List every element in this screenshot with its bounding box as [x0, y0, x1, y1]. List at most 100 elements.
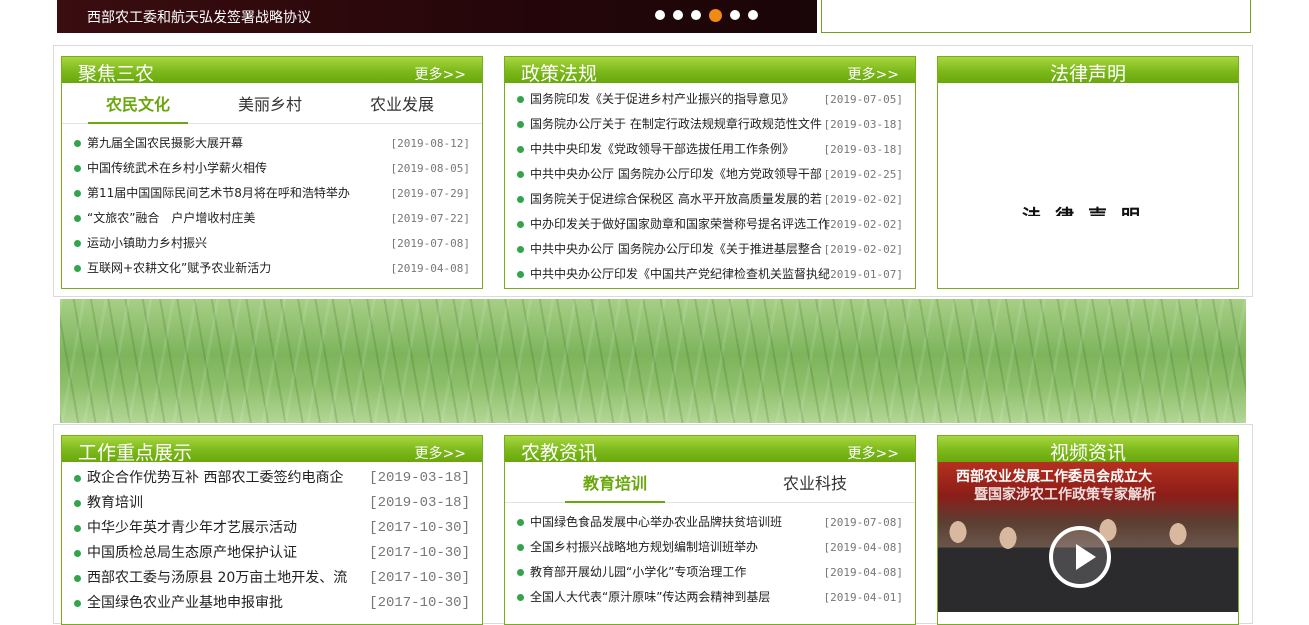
list-item[interactable]: 政企合作优势互补 西部农工委签约电商企 [2019-03-18] — [74, 466, 470, 491]
list-item-title[interactable]: 国务院印发《关于促进乡村产业振兴的指导意见》 — [530, 87, 830, 112]
list-item-date: [2017-10-30] — [369, 595, 470, 611]
list-item-title[interactable]: 运动小镇助力乡村振兴 — [87, 231, 377, 256]
list-item[interactable]: 国务院关于促进综合保税区 高水平开放高质量发展的若 [2019-02-02] — [517, 187, 903, 212]
list-item-date: [2019-02-02] — [823, 243, 903, 256]
list-item[interactable]: 中国绿色食品发展中心举办农业品牌扶贫培训班 [2019-07-08] — [517, 510, 903, 535]
list-item-date: [2019-02-25] — [823, 168, 903, 181]
video-header: 视频资讯 — [938, 436, 1238, 464]
video-thumbnail[interactable]: 西部农业发展工作委员会成立大 暨国家涉农工作政策专家解析 — [938, 462, 1238, 612]
list-item[interactable]: 互联网+农耕文化”赋予农业新活力 [2019-04-08] — [74, 256, 470, 281]
edu-title: 农教资讯 — [521, 442, 598, 464]
list-item[interactable]: 第九届全国农民摄影大展开幕 [2019-08-12] — [74, 131, 470, 156]
policy-panel: 政策法规 更多>> 国务院印发《关于促进乡村产业振兴的指导意见》 [2019-07… — [504, 56, 916, 289]
bullet-icon — [74, 600, 81, 607]
list-item-date: [2017-10-30] — [369, 570, 470, 586]
slider-caption[interactable]: 西部农工委和航天弘发签署战略协议 — [87, 7, 311, 27]
list-item-title[interactable]: 政企合作优势互补 西部农工委签约电商企 — [87, 466, 369, 491]
list-item[interactable]: 运动小镇助力乡村振兴 [2019-07-08] — [74, 231, 470, 256]
work-more-link[interactable]: 更多>> — [415, 443, 466, 463]
video-panel: 视频资讯 西部农业发展工作委员会成立大 暨国家涉农工作政策专家解析 — [937, 435, 1239, 625]
list-item-title[interactable]: 第九届全国农民摄影大展开幕 — [87, 131, 377, 156]
list-item-title[interactable]: 中国绿色食品发展中心举办农业品牌扶贫培训班 — [530, 510, 820, 535]
bullet-icon — [74, 240, 81, 247]
list-item-date: [2017-10-30] — [369, 545, 470, 561]
list-item[interactable]: “文旅农”融合 户户增收村庄美 [2019-07-22] — [74, 206, 470, 231]
list-item[interactable]: 全国人大代表“原汁原味”传达两会精神到基层 [2019-04-01] — [517, 585, 903, 610]
list-item[interactable]: 中国传统武术在乡村小学薪火相传 [2019-08-05] — [74, 156, 470, 181]
video-caption-line2: 暨国家涉农工作政策专家解析 — [974, 487, 1156, 503]
tab-beautiful-village[interactable]: 美丽乡村 — [206, 91, 334, 115]
list-item-title[interactable]: 中国传统武术在乡村小学薪火相传 — [87, 156, 377, 181]
bullet-icon — [517, 569, 524, 576]
tab-farmer-culture[interactable]: 农民文化 — [74, 91, 202, 115]
list-item-date: [2017-10-30] — [369, 520, 470, 536]
tab-active-underline — [88, 122, 188, 124]
list-item[interactable]: 中华少年英才青少年才艺展示活动 [2017-10-30] — [74, 516, 470, 541]
list-item-title[interactable]: 中办印发关于做好国家勋章和国家荣誉称号提名评选工作 — [530, 212, 830, 237]
list-item-title[interactable]: 教育培训 — [87, 491, 369, 516]
list-item[interactable]: 中共中央办公厅印发《中国共产党纪律检查机关监督执纪 [2019-01-07] — [517, 262, 903, 287]
focus-more-link[interactable]: 更多>> — [415, 64, 466, 84]
list-item-title[interactable]: “文旅农”融合 户户增收村庄美 — [87, 206, 377, 231]
list-item-title[interactable]: 中国质检总局生态原产地保护认证 — [87, 541, 369, 566]
slider-dot[interactable] — [691, 10, 701, 20]
list-item-date: [2019-08-12] — [390, 137, 470, 150]
bullet-icon — [74, 550, 81, 557]
edu-panel: 农教资讯 更多>> 教育培训 农业科技 中国绿色食品发展中心举办农业品牌扶贫培训… — [504, 435, 916, 625]
list-item-title[interactable]: 中共中央办公厅 国务院办公厅印发《地方党政领导干部 — [530, 162, 830, 187]
list-item-title[interactable]: 国务院办公厅关于 在制定行政法规规章行政规范性文件 — [530, 112, 830, 137]
tab-agri-technology[interactable]: 农业科技 — [745, 470, 885, 494]
list-item-title[interactable]: 全国绿色农业产业基地申报审批 — [87, 591, 369, 616]
slider-dot[interactable] — [655, 10, 665, 20]
list-item[interactable]: 教育培训 [2019-03-18] — [74, 491, 470, 516]
list-item[interactable]: 中共中央办公厅 国务院办公厅印发《地方党政领导干部 [2019-02-25] — [517, 162, 903, 187]
news-slider[interactable]: 西部农工委和航天弘发签署战略协议 — [57, 0, 817, 33]
list-item[interactable]: 国务院印发《关于促进乡村产业振兴的指导意见》 [2019-07-05] — [517, 87, 903, 112]
list-item-title[interactable]: 中华少年英才青少年才艺展示活动 — [87, 516, 369, 541]
edu-more-link[interactable]: 更多>> — [848, 443, 899, 463]
bullet-icon — [74, 215, 81, 222]
list-item-title[interactable]: 全国人大代表“原汁原味”传达两会精神到基层 — [530, 585, 820, 610]
list-item-title[interactable]: 互联网+农耕文化”赋予农业新活力 — [87, 256, 377, 281]
list-item[interactable]: 中办印发关于做好国家勋章和国家荣誉称号提名评选工作 [2019-02-02] — [517, 212, 903, 237]
slider-dot-active[interactable] — [709, 9, 722, 22]
edu-header: 农教资讯 更多>> — [505, 436, 915, 464]
list-item-title[interactable]: 全国乡村振兴战略地方规划编制培训班举办 — [530, 535, 820, 560]
legal-header: 法律声明 — [938, 57, 1238, 85]
list-item-title[interactable]: 中共中央办公厅印发《中国共产党纪律检查机关监督执纪 — [530, 262, 830, 287]
list-item-date: [2019-03-18] — [823, 118, 903, 131]
list-item-title[interactable]: 教育部开展幼儿园“小学化”专项治理工作 — [530, 560, 820, 585]
bullet-icon — [517, 544, 524, 551]
list-item-title[interactable]: 中共中央印发《党政领导干部选拔任用工作条例》 — [530, 137, 830, 162]
bullet-icon — [517, 519, 524, 526]
tab-education-training[interactable]: 教育培训 — [545, 470, 685, 494]
list-item-title[interactable]: 西部农工委与汤原县 20万亩土地开发、流 — [87, 566, 369, 591]
video-title: 视频资讯 — [1049, 442, 1126, 464]
list-item[interactable]: 全国绿色农业产业基地申报审批 [2017-10-30] — [74, 591, 470, 616]
list-item-title[interactable]: 第11届中国国际民间艺术节8月将在呼和浩特举办 — [87, 181, 377, 206]
work-header: 工作重点展示 更多>> — [62, 436, 482, 464]
slider-dot[interactable] — [673, 10, 683, 20]
list-item[interactable]: 全国乡村振兴战略地方规划编制培训班举办 [2019-04-08] — [517, 535, 903, 560]
slider-dot[interactable] — [748, 10, 758, 20]
list-item[interactable]: 中国质检总局生态原产地保护认证 [2017-10-30] — [74, 541, 470, 566]
list-item-title[interactable]: 国务院关于促进综合保税区 高水平开放高质量发展的若 — [530, 187, 830, 212]
list-item[interactable]: 国务院办公厅关于 在制定行政法规规章行政规范性文件 [2019-03-18] — [517, 112, 903, 137]
list-item[interactable]: 中共中央办公厅 国务院办公厅印发《关于推进基层整合 [2019-02-02] — [517, 237, 903, 262]
list-item-date: [2019-04-08] — [823, 541, 903, 554]
slider-dot[interactable] — [730, 10, 740, 20]
list-item-date: [2019-07-05] — [823, 93, 903, 106]
focus-panel: 聚焦三农 更多>> 农民文化 美丽乡村 农业发展 第九届全国农民摄影大展开幕 [2… — [61, 56, 483, 289]
list-item[interactable]: 教育部开展幼儿园“小学化”专项治理工作 [2019-04-08] — [517, 560, 903, 585]
tab-agri-development[interactable]: 农业发展 — [338, 91, 466, 115]
policy-more-link[interactable]: 更多>> — [848, 64, 899, 84]
list-item[interactable]: 中共中央印发《党政领导干部选拔任用工作条例》 [2019-03-18] — [517, 137, 903, 162]
bullet-icon — [74, 265, 81, 272]
list-item-title[interactable]: 中共中央办公厅 国务院办公厅印发《关于推进基层整合 — [530, 237, 830, 262]
bullet-icon — [74, 475, 81, 482]
list-item[interactable]: 西部农工委与汤原县 20万亩土地开发、流 [2017-10-30] — [74, 566, 470, 591]
bullet-icon — [517, 146, 524, 153]
play-icon[interactable] — [1049, 526, 1111, 588]
list-item[interactable]: 第11届中国国际民间艺术节8月将在呼和浩特举办 [2019-07-29] — [74, 181, 470, 206]
bullet-icon — [74, 575, 81, 582]
